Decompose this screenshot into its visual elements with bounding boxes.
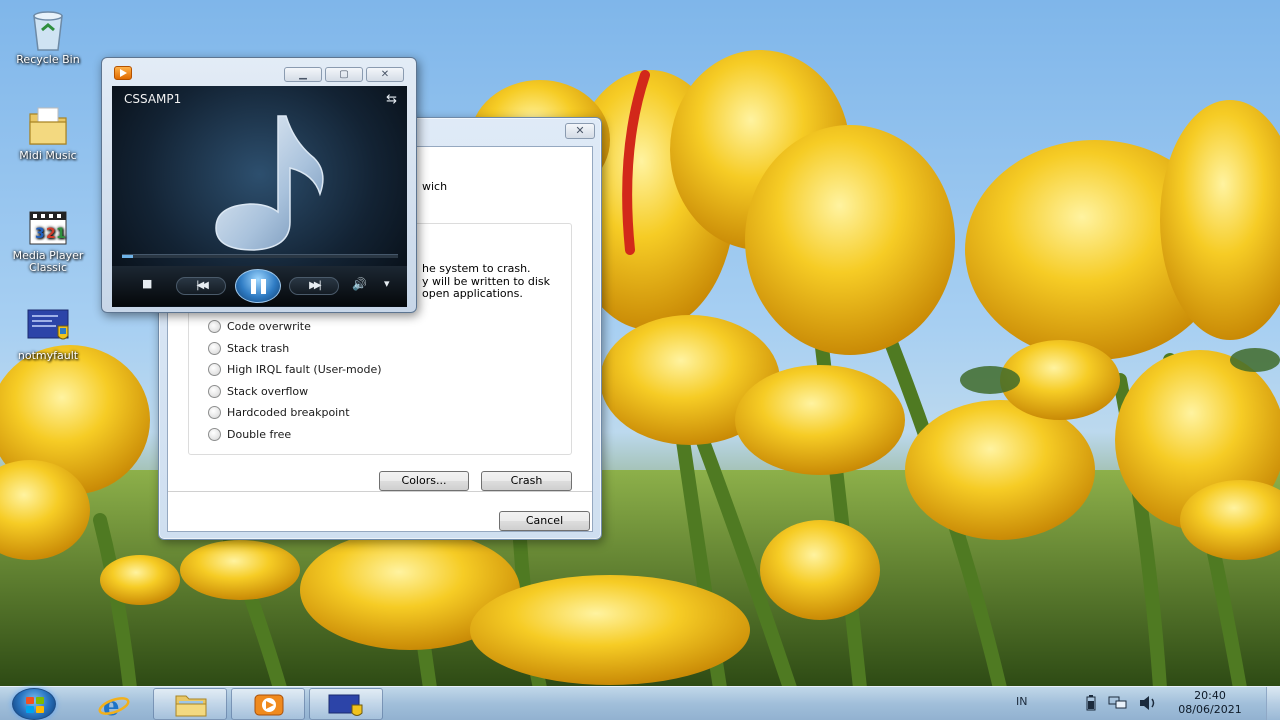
taskbar-notmyfault[interactable] xyxy=(309,688,383,720)
close-button[interactable]: ✕ xyxy=(366,67,404,82)
svg-text:2: 2 xyxy=(46,226,56,242)
desktop-icon-label: notmyfault xyxy=(17,349,79,362)
option-hardcoded-breakpoint[interactable]: Hardcoded breakpoint xyxy=(208,403,350,421)
cancel-button[interactable]: Cancel xyxy=(499,511,590,531)
pause-button[interactable] xyxy=(235,269,281,303)
svg-text:1: 1 xyxy=(56,226,66,242)
taskbar-internet-explorer[interactable]: e xyxy=(76,688,150,720)
description-line: open applications. xyxy=(422,287,523,300)
minimize-button[interactable]: ▁ xyxy=(284,67,322,82)
notification-area: IN 20:40 08/06/2021 xyxy=(990,687,1280,720)
option-double-free[interactable]: Double free xyxy=(208,425,291,443)
radio-button[interactable] xyxy=(208,427,221,441)
seek-bar[interactable] xyxy=(122,254,398,258)
music-note-icon xyxy=(215,115,324,251)
taskbar-windows-explorer[interactable] xyxy=(153,688,227,720)
option-label: Code overwrite xyxy=(227,319,311,333)
colors-button[interactable]: Colors... xyxy=(379,471,469,491)
option-label: Stack overflow xyxy=(227,384,309,398)
seek-bar-fill xyxy=(122,255,134,258)
pause-icon-bar xyxy=(261,279,266,294)
notmyfault-icon xyxy=(328,694,363,716)
dialog-description: he system to crash. y will be written to… xyxy=(422,262,592,301)
radio-button[interactable] xyxy=(208,341,221,355)
option-label: Hardcoded breakpoint xyxy=(227,405,350,419)
option-label: High IRQL fault (User-mode) xyxy=(227,362,382,376)
pause-icon-bar xyxy=(251,279,256,294)
show-desktop-button[interactable] xyxy=(1266,687,1280,720)
playback-controls: ■ |◀◀ ▶▶| 🔊 ▾ xyxy=(112,266,407,306)
option-stack-overflow[interactable]: Stack overflow xyxy=(208,382,308,400)
player-visualization-area: CSSAMP1 ⇆ ■ |◀◀ ▶▶| 🔊 ▾ xyxy=(112,86,407,307)
radio-button[interactable] xyxy=(208,384,221,398)
dialog-close-button[interactable]: ✕ xyxy=(565,123,595,139)
system-clock[interactable]: 20:40 08/06/2021 xyxy=(1170,689,1250,717)
radio-button[interactable] xyxy=(208,319,221,333)
desktop-icon-notmyfault[interactable]: notmyfault xyxy=(0,304,96,362)
taskbar: e IN 20:40 08/06/2021 xyxy=(0,686,1280,720)
dialog-header-text: wich xyxy=(422,180,448,193)
media-player-icon xyxy=(254,694,284,716)
svg-text:3: 3 xyxy=(35,226,45,242)
volume-menu-button[interactable]: ▾ xyxy=(384,277,390,290)
windows-logo-icon xyxy=(26,697,44,713)
option-high-irql-fault[interactable]: High IRQL fault (User-mode) xyxy=(208,360,382,378)
option-code-overwrite[interactable]: Code overwrite xyxy=(208,317,311,335)
clock-date: 08/06/2021 xyxy=(1178,703,1242,716)
desktop-icon-label: Midi Music xyxy=(19,149,77,162)
next-button[interactable]: ▶▶| xyxy=(289,277,339,295)
option-label: Stack trash xyxy=(227,341,290,355)
media-player-app-icon xyxy=(114,66,132,80)
taskbar-windows-media-player[interactable] xyxy=(231,688,305,720)
start-button[interactable] xyxy=(12,688,56,720)
desktop-icon-label: Media Player Classic xyxy=(12,249,84,274)
stop-button[interactable]: ■ xyxy=(142,277,152,290)
media-player-window: ▁ ▢ ✕ CSSAMP1 ⇆ ■ |◀◀ ▶▶| 🔊 ▾ xyxy=(101,57,417,313)
internet-explorer-icon: e xyxy=(98,692,130,719)
desktop-icon-recycle-bin[interactable]: Recycle Bin xyxy=(0,8,96,66)
desktop-icon-media-player-classic[interactable]: 3 2 1 Media Player Classic xyxy=(0,204,96,274)
volume-icon[interactable] xyxy=(1138,695,1158,714)
previous-button[interactable]: |◀◀ xyxy=(176,277,226,295)
desktop-icon-midi-music[interactable]: Midi Music xyxy=(0,104,96,162)
crash-button[interactable]: Crash xyxy=(481,471,572,491)
desktop-icon-label: Recycle Bin xyxy=(16,53,80,66)
option-stack-trash[interactable]: Stack trash xyxy=(208,339,289,357)
battery-icon[interactable] xyxy=(1086,695,1096,714)
maximize-button[interactable]: ▢ xyxy=(325,67,363,82)
folder-icon xyxy=(175,695,207,717)
option-label: Double free xyxy=(227,427,292,441)
network-icon[interactable] xyxy=(1108,696,1128,713)
language-indicator[interactable]: IN xyxy=(1016,695,1027,708)
radio-button[interactable] xyxy=(208,362,221,376)
switch-to-library-icon[interactable]: ⇆ xyxy=(386,92,397,107)
clock-time: 20:40 xyxy=(1194,689,1226,702)
radio-button[interactable] xyxy=(208,405,221,419)
svg-text:e: e xyxy=(103,692,120,719)
track-title: CSSAMP1 xyxy=(124,92,182,106)
mute-button[interactable]: 🔊 xyxy=(352,277,367,291)
recycle-bin-icon xyxy=(24,8,72,52)
folder-icon xyxy=(24,104,72,148)
description-line: he system to crash. xyxy=(422,262,531,275)
media-player-classic-icon: 3 2 1 xyxy=(24,204,72,248)
notmyfault-icon xyxy=(24,304,72,348)
